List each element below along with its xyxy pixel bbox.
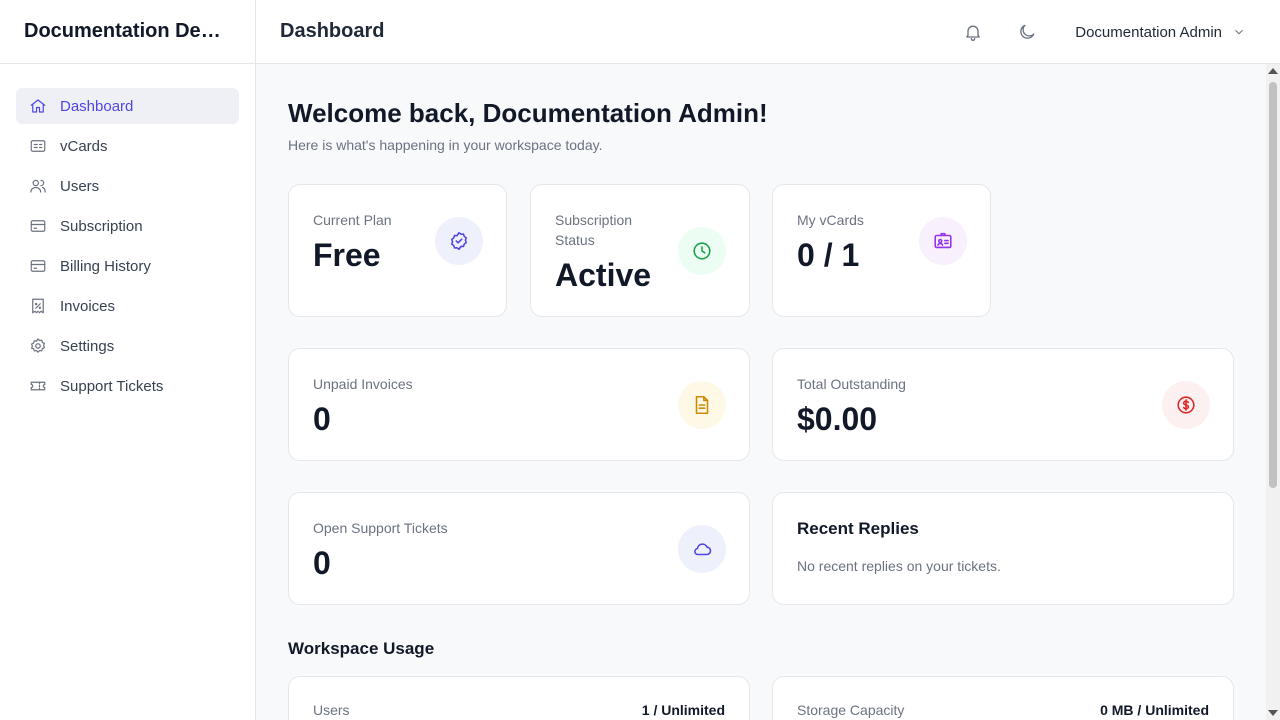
sidebar-item-label: Billing History	[60, 257, 151, 275]
file-text-icon	[678, 381, 726, 429]
stat-value: Active	[555, 257, 652, 293]
bell-icon	[966, 25, 981, 41]
page-title: Dashboard	[280, 20, 385, 42]
sidebar-item-billing-history[interactable]: Billing History	[16, 248, 239, 284]
current-plan-card: Current Plan Free	[288, 184, 507, 317]
badge-check-icon	[435, 217, 483, 265]
notifications-button[interactable]	[959, 18, 987, 46]
moon-icon	[1020, 24, 1035, 39]
theme-toggle-button[interactable]	[1013, 18, 1041, 46]
welcome-subtitle: Here is what's happening in your workspa…	[288, 137, 603, 153]
workspace-usage-title: Workspace Usage	[288, 639, 435, 658]
welcome-title: Welcome back, Documentation Admin!	[288, 98, 768, 128]
stat-label: Current Plan	[313, 212, 392, 228]
sidebar-item-users[interactable]: Users	[16, 168, 239, 204]
recent-replies-card: Recent Replies No recent replies on your…	[772, 492, 1234, 605]
open-tickets-card: Open Support Tickets 0	[288, 492, 750, 605]
stat-value: 0 / 1	[797, 237, 860, 273]
brand-title[interactable]: Documentation Demo	[0, 0, 255, 64]
dollar-circle-icon	[1162, 381, 1210, 429]
user-menu[interactable]: Documentation Admin	[1075, 24, 1246, 41]
credit-card-icon	[28, 256, 48, 276]
usage-label: Users	[313, 702, 350, 718]
stat-label: Open Support Tickets	[313, 520, 448, 536]
cloud-icon	[678, 525, 726, 573]
sidebar-item-label: Invoices	[60, 297, 116, 315]
sidebar-item-label: vCards	[60, 137, 108, 155]
stat-value: 0	[313, 545, 331, 581]
scroll-down-arrow[interactable]	[1268, 710, 1278, 716]
stat-label: Total Outstanding	[797, 376, 906, 392]
stat-label: Subscription Status	[555, 212, 633, 248]
home-icon	[28, 96, 48, 116]
scroll-up-arrow[interactable]	[1268, 68, 1278, 74]
stat-label: My vCards	[797, 212, 864, 228]
recent-replies-empty: No recent replies on your tickets.	[797, 558, 1001, 574]
stat-label: Unpaid Invoices	[313, 376, 413, 392]
receipt-icon	[28, 296, 48, 316]
storage-usage-card: Storage Capacity 0 MB / Unlimited	[772, 676, 1234, 720]
sidebar-item-label: Support Tickets	[60, 377, 164, 395]
main-content: Welcome back, Documentation Admin! Here …	[256, 64, 1266, 720]
sidebar-item-support-tickets[interactable]: Support Tickets	[16, 368, 239, 404]
usage-value: 0 MB / Unlimited	[1100, 702, 1209, 718]
sidebar-item-label: Settings	[60, 337, 115, 355]
my-vcards-card: My vCards 0 / 1	[772, 184, 991, 317]
main-scrollbar[interactable]	[1266, 64, 1280, 720]
stat-value: Free	[313, 237, 381, 273]
stat-value: 0	[313, 401, 331, 437]
sidebar-item-invoices[interactable]: Invoices	[16, 288, 239, 324]
sidebar-item-label: Dashboard	[60, 97, 134, 115]
chevron-down-icon	[1235, 29, 1243, 35]
gear-icon	[28, 336, 48, 356]
users-usage-card: Users 1 / Unlimited	[288, 676, 750, 720]
usage-value: 1 / Unlimited	[641, 702, 725, 718]
sidebar-item-settings[interactable]: Settings	[16, 328, 239, 364]
sidebar-item-dashboard[interactable]: Dashboard	[16, 88, 239, 124]
user-name: Documentation Admin	[1075, 23, 1222, 41]
usage-label: Storage Capacity	[797, 702, 905, 718]
unpaid-invoices-card: Unpaid Invoices 0	[288, 348, 750, 461]
sidebar-item-vcards[interactable]: vCards	[16, 128, 239, 164]
header-actions: Documentation Admin	[959, 0, 1246, 64]
sidebar-item-label: Users	[60, 177, 100, 195]
vcard-icon	[28, 136, 48, 156]
credit-card-icon	[28, 216, 48, 236]
sidebar-item-subscription[interactable]: Subscription	[16, 208, 239, 244]
ticket-icon	[28, 376, 48, 396]
subscription-status-card: Subscription Status Active	[530, 184, 750, 317]
stat-value: $0.00	[797, 401, 878, 437]
sidebar-item-label: Subscription	[60, 217, 143, 235]
sidebar-nav: Dashboard vCards Users Subscription Bill…	[0, 64, 255, 432]
id-card-icon	[919, 217, 967, 265]
sidebar: Documentation Demo Dashboard vCards User…	[0, 0, 256, 720]
scroll-thumb[interactable]	[1269, 82, 1277, 488]
top-header: Dashboard Documentation Admin	[256, 0, 1280, 64]
users-icon	[28, 176, 48, 196]
recent-replies-title: Recent Replies	[797, 519, 919, 538]
total-outstanding-card: Total Outstanding $0.00	[772, 348, 1234, 461]
clock-icon	[678, 227, 726, 275]
